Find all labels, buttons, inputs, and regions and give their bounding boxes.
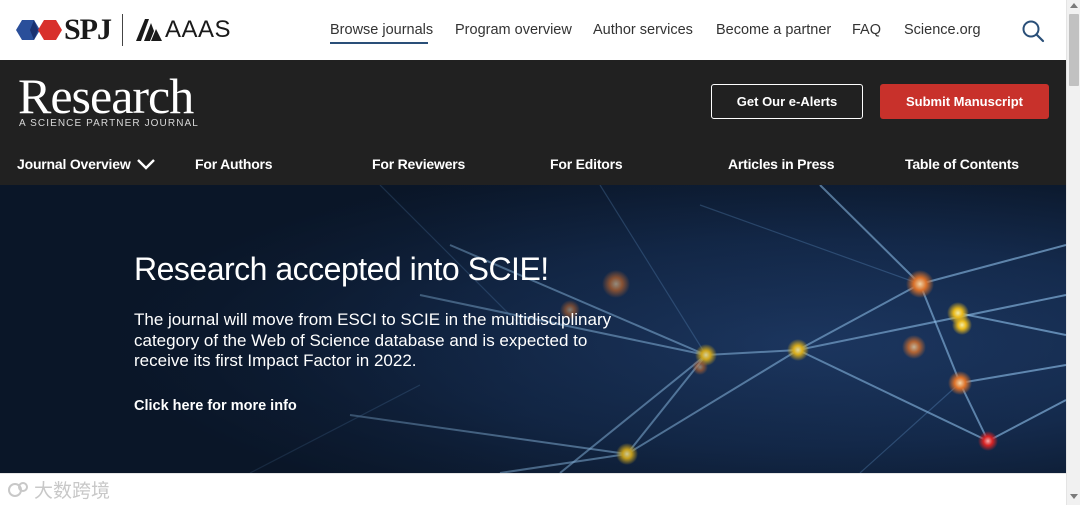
- submit-manuscript-button[interactable]: Submit Manuscript: [880, 84, 1049, 119]
- nav-active-indicator: [330, 42, 428, 44]
- nav-program-overview[interactable]: Program overview: [455, 22, 572, 38]
- nav-science-org[interactable]: Science.org: [904, 22, 981, 38]
- aaas-logo[interactable]: AAAS: [136, 16, 232, 43]
- menu-for-editors[interactable]: For Editors: [550, 156, 623, 172]
- scroll-up-arrow-icon[interactable]: [1070, 3, 1078, 8]
- hero-description: The journal will move from ESCI to SCIE …: [134, 310, 612, 370]
- watermark-logo-icon: [8, 481, 28, 497]
- nav-author-services[interactable]: Author services: [593, 22, 693, 38]
- menu-articles-in-press[interactable]: Articles in Press: [728, 156, 835, 172]
- logo-divider: [122, 14, 123, 46]
- search-icon: [1022, 20, 1045, 43]
- journal-title[interactable]: Research: [18, 70, 194, 122]
- scroll-down-arrow-icon[interactable]: [1070, 494, 1078, 499]
- page-content-start: 大数跨境: [0, 473, 1066, 505]
- nav-faq[interactable]: FAQ: [852, 22, 881, 38]
- hero-title: Research accepted into SCIE!: [134, 251, 549, 287]
- nav-become-partner[interactable]: Become a partner: [716, 22, 831, 38]
- hero-more-info-link[interactable]: Click here for more info: [134, 398, 297, 414]
- watermark-text: 大数跨境: [34, 481, 111, 502]
- menu-for-authors[interactable]: For Authors: [195, 156, 273, 172]
- spj-logo[interactable]: SPJ: [16, 13, 112, 46]
- journal-subtitle: A SCIENCE PARTNER JOURNAL: [19, 118, 199, 129]
- journal-header: Research A SCIENCE PARTNER JOURNAL Get O…: [0, 60, 1066, 185]
- menu-table-of-contents[interactable]: Table of Contents: [905, 156, 1019, 172]
- chevron-down-icon[interactable]: [136, 157, 156, 171]
- aaas-logo-text: AAAS: [165, 16, 232, 43]
- menu-journal-overview[interactable]: Journal Overview: [17, 156, 131, 172]
- search-button[interactable]: [1020, 18, 1046, 44]
- top-bar: SPJ AAAS Browse journals Program overvie…: [0, 0, 1066, 60]
- spj-hexagon-icon: [16, 20, 62, 40]
- scrollbar-thumb[interactable]: [1069, 14, 1079, 86]
- watermark: 大数跨境: [8, 476, 110, 503]
- nav-browse-journals[interactable]: Browse journals: [330, 22, 433, 38]
- aaas-mark-icon: [136, 19, 162, 41]
- spj-logo-text: SPJ: [64, 13, 112, 46]
- vertical-scrollbar[interactable]: [1066, 0, 1080, 505]
- menu-for-reviewers[interactable]: For Reviewers: [372, 156, 465, 172]
- hero-banner: Research accepted into SCIE! The journal…: [0, 185, 1066, 473]
- e-alerts-button[interactable]: Get Our e-Alerts: [711, 84, 863, 119]
